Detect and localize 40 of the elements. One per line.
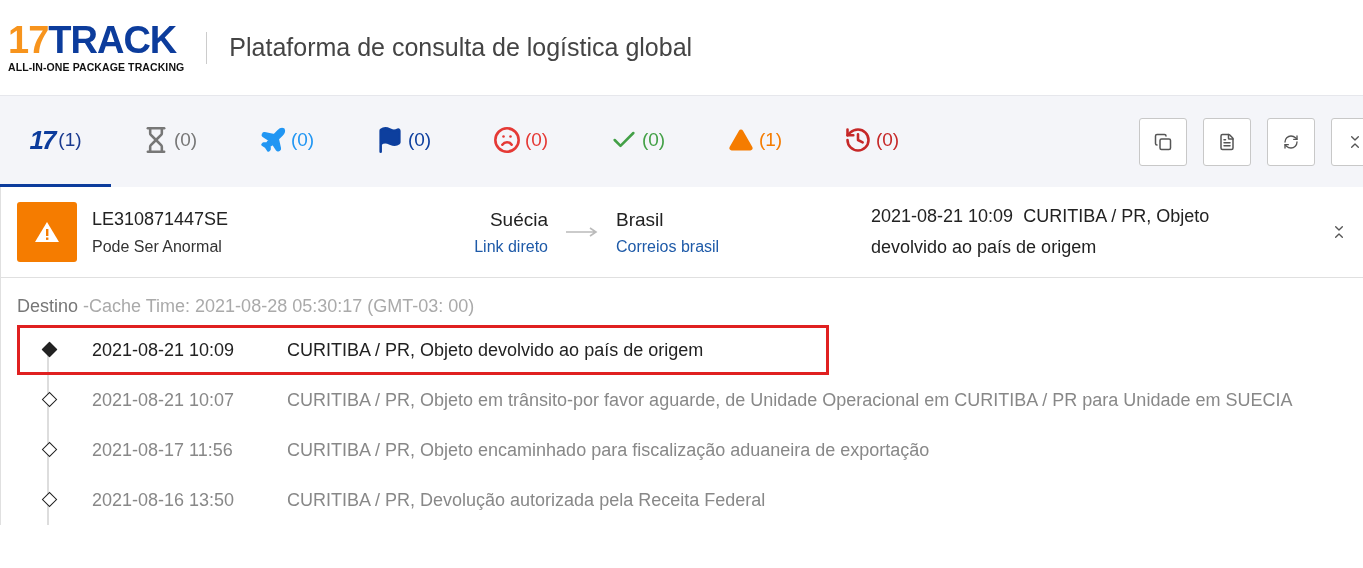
page-title: Plataforma de consulta de logística global xyxy=(229,33,693,62)
arrow-icon xyxy=(566,226,598,238)
history-icon xyxy=(843,126,872,154)
sad-face-icon xyxy=(492,126,521,154)
logo-tagline: ALL-IN-ONE PACKAGE TRACKING xyxy=(8,61,185,73)
copy-icon xyxy=(1154,132,1172,151)
cache-time: -Cache Time: 2021-08-28 05:30:17 (GMT-03: 00) xyxy=(83,296,475,316)
refresh-icon xyxy=(1283,133,1299,150)
document-icon xyxy=(1218,132,1236,151)
tracking-number: LE310871447SE xyxy=(92,208,230,230)
plane-icon xyxy=(258,126,287,154)
filter-tab[interactable]: (0) xyxy=(228,96,345,187)
copy-button[interactable] xyxy=(1139,117,1187,166)
event-time: 2021-08-21 10:09 xyxy=(92,339,236,362)
latest-event: 2021-08-21 10:09 CURITIBA / PR, Objeto devolvido ao país de origem xyxy=(871,205,1211,259)
filter-tab[interactable]: (0) xyxy=(111,96,228,187)
logo-word: TRACK xyxy=(48,22,177,58)
event-text: CURITIBA / PR, Objeto em trânsito-por favor aguarde, de Unidade Operacional em CURITIBA / PR para Unidade em SUECIA xyxy=(287,389,1294,412)
warning-icon xyxy=(17,202,77,262)
event-text: CURITIBA / PR, Objeto encaminhado para fiscalização aduaneira de exportação xyxy=(287,439,931,462)
refresh-button[interactable] xyxy=(1267,117,1315,166)
event-text: CURITIBA / PR, Devolução autorizada pela Receita Federal xyxy=(287,489,767,512)
origin-country: Suécia xyxy=(489,208,548,231)
filter-tab[interactable]: (0) xyxy=(579,96,696,187)
section-label: Destino xyxy=(17,296,79,316)
event-time: 2021-08-17 11:56 xyxy=(92,439,234,462)
event-time: 2021-08-16 13:50 xyxy=(92,489,236,512)
filter-tab[interactable]: 17(1) xyxy=(0,96,111,187)
filter-tab[interactable]: (0) xyxy=(813,96,930,187)
carrier-link[interactable]: Link direto xyxy=(474,237,548,256)
logo-number: 17 xyxy=(8,22,49,58)
destination-country: Brasil xyxy=(616,208,664,231)
filter-tab[interactable]: (0) xyxy=(345,96,462,187)
event-text: CURITIBA / PR, Objeto devolvido ao país de origem xyxy=(287,339,705,362)
logo[interactable]: 17TRACK ALL-IN-ONE PACKAGE TRACKING xyxy=(8,22,185,73)
carrier-link[interactable]: Correios brasil xyxy=(616,237,720,256)
event-time: 2021-08-21 10:07 xyxy=(92,389,236,412)
filter-tab[interactable]: (0) xyxy=(462,96,579,187)
status-text: Pode Ser Anormal xyxy=(92,237,223,256)
document-button[interactable] xyxy=(1203,117,1251,166)
